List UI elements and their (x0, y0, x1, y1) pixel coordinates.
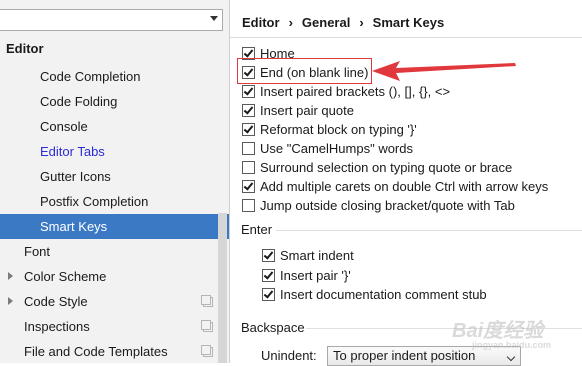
option-label: Jump outside closing bracket/quote with … (260, 198, 515, 213)
breadcrumb-separator: › (359, 15, 364, 30)
expand-arrow-icon[interactable] (8, 272, 13, 280)
search-history-dropdown-icon[interactable] (210, 16, 218, 21)
panel-divider[interactable] (229, 0, 230, 363)
option-label: Insert pair quote (260, 103, 354, 118)
watermark-text: Bai度经验 (452, 320, 544, 342)
option-label: Reformat block on typing '}' (260, 122, 417, 137)
checkbox[interactable] (242, 85, 255, 98)
option-label: Surround selection on typing quote or br… (260, 160, 513, 175)
breadcrumb-smart-keys: Smart Keys (372, 15, 445, 30)
breadcrumb-editor: Editor (242, 15, 280, 30)
unindent-select-value: To proper indent position (333, 348, 476, 363)
checkbox[interactable] (242, 123, 255, 136)
option-label: Insert documentation comment stub (280, 287, 487, 302)
enter-section-title: Enter (241, 222, 273, 237)
tree-item-smart-keys[interactable]: Smart Keys (0, 214, 229, 239)
option-label: Add multiple carets on double Ctrl with … (260, 179, 549, 194)
checkbox[interactable] (262, 249, 275, 262)
enter-section-line (276, 230, 582, 231)
tree-item-label: Postfix Completion (40, 194, 149, 209)
checkbox[interactable] (242, 199, 255, 212)
project-settings-icon (201, 295, 213, 307)
option-label: Insert pair '}' (280, 267, 351, 283)
tree-item-file-and-code-templates[interactable]: File and Code Templates (0, 339, 229, 363)
breadcrumb-separator: › (288, 15, 293, 30)
tree-item-label: Code Style (24, 294, 88, 309)
tree-item-inspections[interactable]: Inspections (0, 314, 229, 339)
project-settings-icon (201, 320, 213, 332)
annotation-arrow-head (372, 61, 516, 81)
tree-item-gutter-icons[interactable]: Gutter Icons (0, 164, 229, 189)
tree-item-console[interactable]: Console (0, 114, 229, 139)
project-settings-icon (201, 345, 213, 357)
settings-sidebar: Editor Code Completion Code Folding Cons… (0, 0, 229, 363)
option-label: Smart indent (280, 248, 354, 263)
checkbox[interactable] (262, 268, 275, 282)
watermark-sub: jingyan.baidu.com (472, 340, 552, 350)
tree-item-label: File and Code Templates (24, 344, 168, 359)
checkbox[interactable] (262, 288, 275, 301)
checkbox[interactable] (242, 104, 255, 117)
checkbox[interactable] (242, 142, 255, 155)
backspace-section-title: Backspace (241, 320, 305, 335)
breadcrumb-general: General (301, 15, 351, 30)
tree-item-postfix-completion[interactable]: Postfix Completion (0, 189, 229, 214)
tree-item-label: Editor (6, 41, 44, 56)
annotation-arrow (372, 61, 516, 81)
checkbox[interactable] (242, 180, 255, 193)
tree-item-label: Font (24, 244, 51, 259)
tree-item-code-completion[interactable]: Code Completion (0, 64, 229, 89)
breadcrumb: Editor › General › Smart Keys (242, 13, 444, 33)
tree-item-label: Inspections (24, 319, 90, 334)
option-label: Insert paired brackets (), [], {}, <> (260, 84, 451, 99)
tree-item-font[interactable]: Font (0, 239, 229, 264)
search-input[interactable] (0, 9, 223, 31)
sidebar-scrollbar[interactable] (218, 213, 227, 363)
tree-item-label: Gutter Icons (40, 169, 111, 184)
chevron-down-icon (506, 352, 516, 362)
watermark-logo: Bai度经验 jingyan.baidu.com (452, 314, 551, 350)
tree-item-code-folding[interactable]: Code Folding (0, 89, 229, 114)
tree-item-label: Color Scheme (24, 269, 107, 284)
checkbox[interactable] (242, 161, 255, 174)
tree-item-color-scheme[interactable]: Color Scheme (0, 264, 229, 289)
tree-item-label: Code Completion (40, 69, 141, 84)
tree-item-editor[interactable]: Editor (0, 36, 229, 61)
tree-item-label: Editor Tabs (40, 144, 105, 159)
expand-arrow-icon[interactable] (8, 297, 13, 305)
tree-item-label: Smart Keys (40, 219, 108, 234)
unindent-label: Unindent: (261, 348, 317, 363)
tree-item-label: Console (40, 119, 88, 134)
option-label: Use "CamelHumps" words (260, 141, 413, 156)
annotation-highlight-box (237, 58, 372, 84)
tree-item-label: Code Folding (40, 94, 118, 109)
header-divider (230, 37, 582, 38)
tree-item-code-style[interactable]: Code Style (0, 289, 229, 314)
tree-item-editor-tabs[interactable]: Editor Tabs (0, 139, 229, 164)
